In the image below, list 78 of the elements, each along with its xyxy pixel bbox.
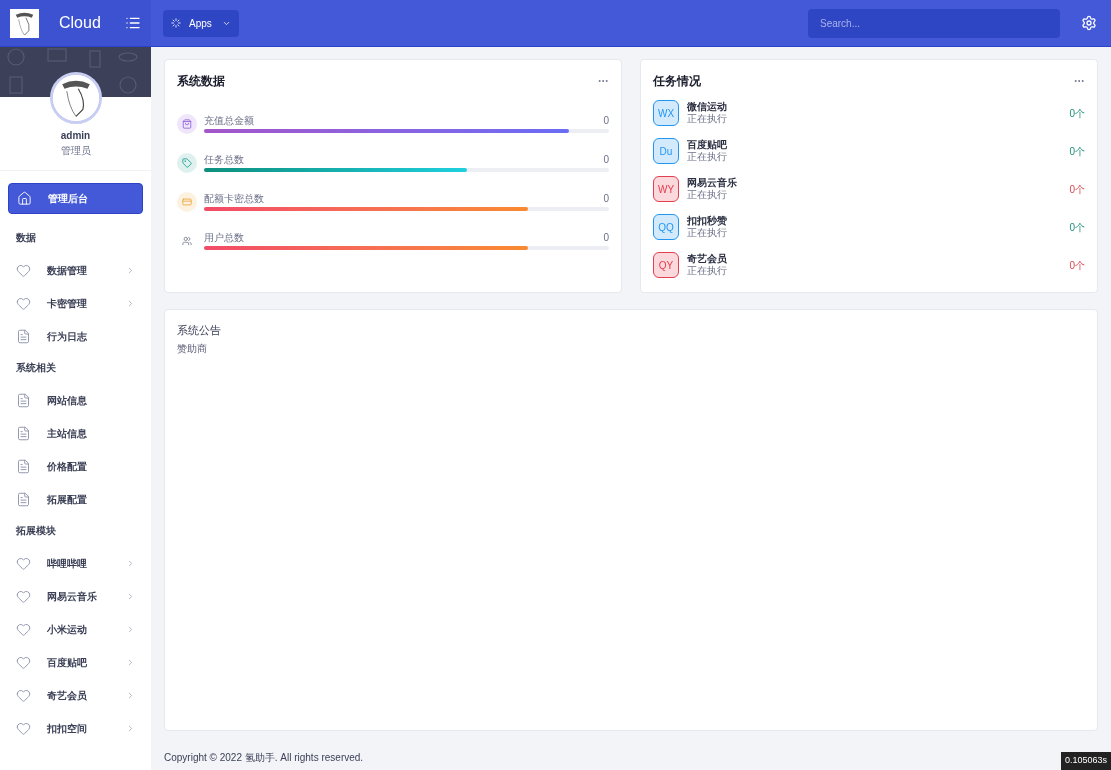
task-status: 正在执行 bbox=[687, 189, 728, 201]
document-icon bbox=[16, 426, 31, 441]
metric-label: 用户总数 bbox=[204, 232, 244, 244]
bag-icon bbox=[182, 119, 192, 129]
metric-value: 0 bbox=[603, 115, 609, 127]
notice-text: 赞助商 bbox=[177, 341, 208, 356]
user-name: admin bbox=[60, 129, 91, 143]
sidebar-item[interactable]: 网易云音乐 bbox=[8, 581, 143, 612]
metric-value: 0 bbox=[603, 193, 609, 205]
task-badge: QQ bbox=[653, 214, 679, 240]
heart-icon bbox=[16, 296, 31, 311]
sidebar-section-title: 数据 bbox=[15, 231, 37, 245]
timing-badge: 0.105063s bbox=[1060, 752, 1111, 770]
sidebar-section-title: 系统相关 bbox=[15, 361, 57, 375]
document-icon bbox=[16, 393, 31, 408]
task-status: 正在执行 bbox=[687, 151, 727, 163]
sidebar-item[interactable]: 奇艺会员 bbox=[8, 680, 143, 711]
task-count: 0个 bbox=[1069, 182, 1085, 197]
metric-value: 0 bbox=[603, 154, 609, 166]
card-title: 系统公告 bbox=[177, 323, 222, 338]
task-count: 0个 bbox=[1069, 258, 1085, 273]
task-name: 扣扣秒赞 bbox=[687, 215, 727, 227]
heart-icon bbox=[16, 721, 31, 736]
task-status: 正在执行 bbox=[687, 227, 727, 239]
sidebar-item[interactable]: 百度贴吧 bbox=[8, 647, 143, 678]
heart-icon bbox=[16, 688, 31, 703]
home-icon bbox=[17, 191, 32, 206]
task-badge: WX bbox=[653, 100, 679, 126]
card-title: 系统数据 bbox=[177, 73, 225, 90]
search-field[interactable]: Search... bbox=[808, 8, 1060, 38]
tag-icon bbox=[182, 158, 192, 168]
task-badge: Du bbox=[653, 138, 679, 164]
apps-icon bbox=[171, 18, 181, 28]
metric-label: 配额卡密总数 bbox=[204, 193, 264, 205]
card-icon bbox=[182, 197, 192, 207]
sidebar-item[interactable]: 网站信息 bbox=[8, 385, 143, 416]
sidebar-item[interactable]: 小米运动 bbox=[8, 614, 143, 645]
sidebar-item[interactable]: 拓展配置 bbox=[8, 484, 143, 515]
task-name: 奇艺会员 bbox=[687, 253, 727, 265]
task-name: 百度贴吧 bbox=[687, 139, 727, 151]
task-count: 0个 bbox=[1069, 144, 1085, 159]
sidebar-item[interactable]: 卡密管理 bbox=[8, 288, 143, 319]
task-badge: WY bbox=[653, 176, 679, 202]
metric-label: 任务总数 bbox=[204, 154, 244, 166]
heart-icon bbox=[16, 622, 31, 637]
sidebar-item[interactable]: 价格配置 bbox=[8, 451, 143, 482]
brand-name: Cloud bbox=[59, 13, 101, 33]
task-count: 0个 bbox=[1069, 106, 1085, 121]
heart-icon bbox=[16, 655, 31, 670]
settings-button[interactable] bbox=[1081, 15, 1097, 31]
document-icon bbox=[16, 329, 31, 344]
task-status: 正在执行 bbox=[687, 113, 727, 125]
card-title: 任务情况 bbox=[653, 73, 701, 90]
heart-icon bbox=[16, 556, 31, 571]
sidebar-item[interactable]: 主站信息 bbox=[8, 418, 143, 449]
menu-button[interactable] bbox=[125, 15, 141, 31]
user-role: 管理员 bbox=[60, 144, 91, 158]
document-icon bbox=[16, 492, 31, 507]
sidebar-item[interactable]: 哔哩哔哩 bbox=[8, 548, 143, 579]
task-count: 0个 bbox=[1069, 220, 1085, 235]
sidebar-item[interactable]: 扣扣空间 bbox=[8, 713, 143, 744]
avatar-drawing bbox=[10, 8, 39, 38]
document-icon bbox=[16, 459, 31, 474]
heart-icon bbox=[16, 589, 31, 604]
metric-value: 0 bbox=[603, 232, 609, 244]
task-name: 微信运动 bbox=[687, 101, 727, 113]
users-icon bbox=[182, 236, 192, 246]
copyright-text: Copyright © 2022 氢助手. All rights reserved. bbox=[164, 750, 364, 765]
sidebar-item[interactable]: 管理后台 bbox=[8, 183, 143, 214]
task-status: 正在执行 bbox=[687, 265, 727, 277]
sidebar-item[interactable]: 行为日志 bbox=[8, 321, 143, 352]
task-name: 网易云音乐 bbox=[687, 177, 737, 189]
metric-label: 充值总金额 bbox=[204, 115, 254, 127]
sidebar-item[interactable]: 数据管理 bbox=[8, 255, 143, 286]
apps-dropdown[interactable]: Apps bbox=[163, 9, 239, 37]
heart-icon bbox=[16, 263, 31, 278]
sidebar-section-title: 拓展模块 bbox=[15, 524, 57, 538]
task-badge: QY bbox=[653, 252, 679, 278]
